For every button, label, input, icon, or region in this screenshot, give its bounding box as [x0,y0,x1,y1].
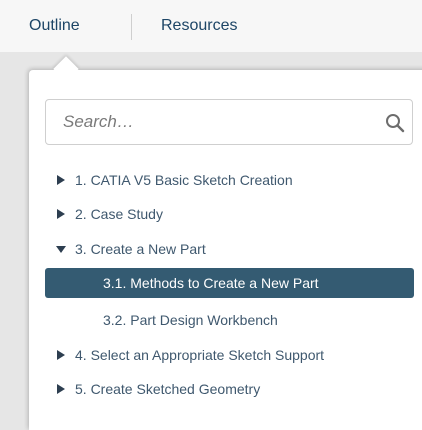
toc-item-label: 2. Case Study [75,206,163,222]
toc-item-2[interactable]: 2. Case Study [45,199,421,229]
caret-right-icon[interactable] [55,174,67,186]
toc-item-label: 1. CATIA V5 Basic Sketch Creation [75,172,293,188]
toc-item-label: 3.2. Part Design Workbench [103,312,278,328]
tab-divider [131,14,132,40]
search-box [45,99,413,145]
tab-outline[interactable]: Outline [29,17,80,35]
caret-right-icon[interactable] [55,349,67,361]
tab-bar: Outline Resources [0,0,422,52]
toc-item-label: 4. Select an Appropriate Sketch Support [75,347,325,363]
toc-item-label: 5. Create Sketched Geometry [75,381,261,397]
tab-resources[interactable]: Resources [161,17,237,35]
toc-item-3[interactable]: 3. Create a New Part [45,234,421,264]
search-input[interactable] [63,110,363,134]
caret-right-icon[interactable] [55,208,67,220]
toc-item-4[interactable]: 4. Select an Appropriate Sketch Support [45,340,421,370]
toc-item-label: 3. Create a New Part [75,241,206,257]
caret-down-icon[interactable] [55,243,67,255]
toc-item-1[interactable]: 1. CATIA V5 Basic Sketch Creation [45,165,421,195]
toc-item-3-1-selected[interactable]: 3.1. Methods to Create a New Part [45,268,414,298]
caret-right-icon[interactable] [55,383,67,395]
search-icon[interactable] [385,113,405,133]
toc-item-label: 3.1. Methods to Create a New Part [103,275,319,291]
toc-item-5[interactable]: 5. Create Sketched Geometry [45,374,421,404]
toc-item-3-2[interactable]: 3.2. Part Design Workbench [45,305,421,335]
